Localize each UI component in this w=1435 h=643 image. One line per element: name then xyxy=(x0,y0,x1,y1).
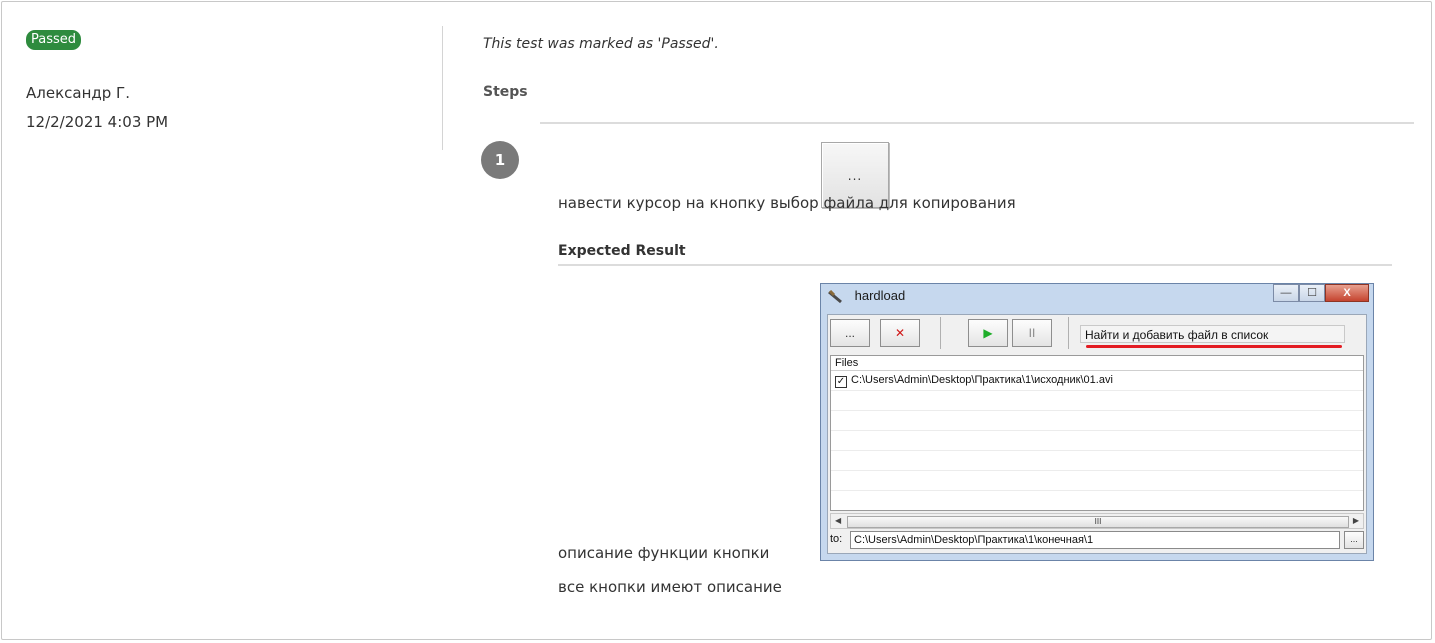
result-datetime: 12/2/2021 4:03 PM xyxy=(26,113,169,131)
status-badge: Passed xyxy=(26,30,82,50)
author-name: Александр Г. xyxy=(26,84,130,102)
destination-browse-button: ... xyxy=(1344,531,1364,549)
list-item-empty xyxy=(831,411,1363,431)
result-note: This test was marked as 'Passed'. xyxy=(483,36,719,52)
list-item-empty xyxy=(831,391,1363,411)
red-underline-annotation xyxy=(1086,345,1342,348)
scroll-right-icon: ▶ xyxy=(1352,516,1359,525)
vertical-divider xyxy=(442,26,443,150)
pause-icon: II xyxy=(1012,319,1052,347)
expected-result-heading: Expected Result xyxy=(558,243,686,259)
app-icon xyxy=(828,289,842,303)
expected-line-2: все кнопки имеют описание xyxy=(558,578,782,596)
file-path: C:\Users\Admin\Desktop\Практика\1\исходн… xyxy=(851,374,1113,386)
expected-line-1: описание функции кнопки xyxy=(558,544,770,562)
list-item-empty xyxy=(831,451,1363,471)
hardload-window-screenshot: hardload — ☐ X ... ✕ ▶ II Найти и добави… xyxy=(820,283,1374,561)
browse-toolbar-button: ... xyxy=(830,319,870,347)
steps-heading: Steps xyxy=(483,84,528,100)
tooltip-hint: Найти и добавить файл в список xyxy=(1080,325,1345,343)
remove-icon: ✕ xyxy=(880,319,920,347)
checkbox-icon: ✓ xyxy=(835,376,847,388)
toolbar-separator xyxy=(1068,317,1069,349)
expected-result-divider xyxy=(558,264,1392,266)
window-title-bar: hardload xyxy=(827,288,1127,310)
horizontal-scrollbar: ◀ III ▶ xyxy=(830,513,1364,529)
files-column-header: Files xyxy=(831,356,1363,371)
list-item-empty xyxy=(831,471,1363,491)
play-icon: ▶ xyxy=(968,319,1008,347)
destination-path-field: C:\Users\Admin\Desktop\Практика\1\конечн… xyxy=(850,531,1340,549)
list-item-empty xyxy=(831,431,1363,451)
scroll-thumb: III xyxy=(847,516,1349,528)
minimize-icon: — xyxy=(1273,284,1299,302)
toolbar-separator xyxy=(940,317,941,349)
result-summary: Passed Александр Г. 12/2/2021 4:03 PM xyxy=(2,2,442,152)
window-controls: — ☐ X xyxy=(1273,284,1369,304)
browse-button-image-label: ... xyxy=(847,169,863,183)
window-title: hardload xyxy=(854,288,906,303)
maximize-icon: ☐ xyxy=(1299,284,1325,302)
step-action-text: навести курсор на кнопку выбор файла для… xyxy=(558,194,1016,212)
window-body: ... ✕ ▶ II Найти и добавить файл в списо… xyxy=(827,314,1367,554)
files-list: Files ✓ C:\Users\Admin\Desktop\Практика\1… xyxy=(830,355,1364,511)
steps-divider xyxy=(540,122,1414,124)
step-number-badge: 1 xyxy=(481,141,519,179)
scroll-left-icon: ◀ xyxy=(835,516,842,525)
list-item: ✓ C:\Users\Admin\Desktop\Практика\1\исход… xyxy=(831,371,1363,391)
close-icon: X xyxy=(1325,284,1369,302)
to-label: to: xyxy=(830,533,843,545)
